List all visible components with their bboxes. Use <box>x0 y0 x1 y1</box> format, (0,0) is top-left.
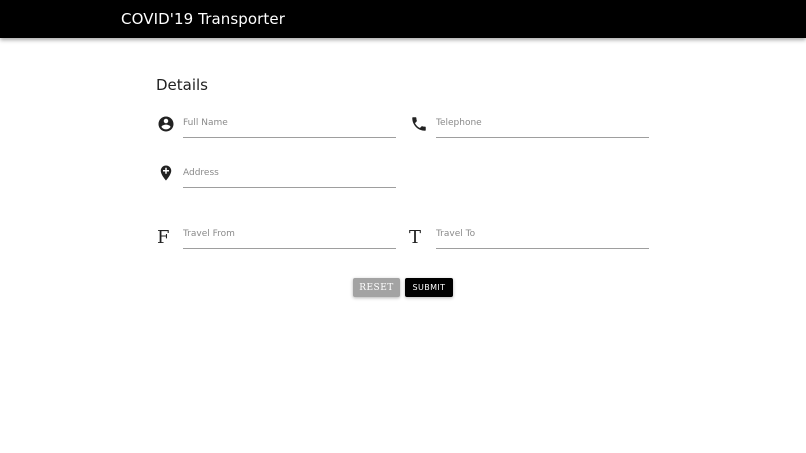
travel-from-field <box>183 222 396 249</box>
add-location-icon <box>157 164 175 182</box>
address-input[interactable] <box>183 161 396 185</box>
address-field <box>183 161 396 188</box>
full-name-input[interactable] <box>183 111 396 135</box>
phone-icon <box>410 115 428 133</box>
travel-from-input[interactable] <box>183 222 396 246</box>
reset-button[interactable]: RESET <box>353 278 400 297</box>
travel-to-input[interactable] <box>436 222 649 246</box>
submit-button[interactable]: SUBMIT <box>405 278 453 297</box>
telephone-field <box>436 111 649 138</box>
full-name-field <box>183 111 396 138</box>
telephone-input[interactable] <box>436 111 649 135</box>
letter-f-icon: F <box>157 227 170 248</box>
account-circle-icon <box>157 115 175 133</box>
travel-to-field <box>436 222 649 249</box>
letter-t-icon: T <box>409 227 422 248</box>
section-title: Details <box>156 76 209 94</box>
app-bar: COVID'19 Transporter <box>0 0 806 38</box>
app-title: COVID'19 Transporter <box>121 10 286 28</box>
